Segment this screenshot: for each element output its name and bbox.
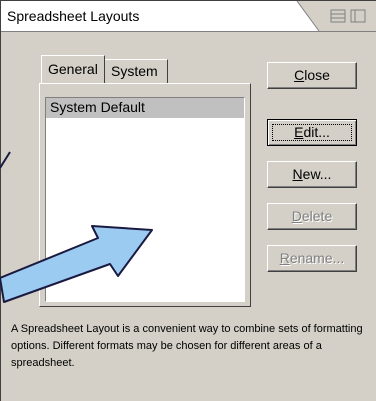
focus-rect	[272, 124, 352, 141]
description-text: A Spreadsheet Layout is a convenient way…	[11, 323, 363, 369]
delete-button[interactable]: Delete	[267, 203, 357, 230]
rename-label: ename...	[289, 250, 345, 266]
grid-icon	[330, 9, 346, 23]
spreadsheet-layouts-dialog: Spreadsheet Layouts General System Syste…	[0, 0, 376, 401]
rename-mnemonic: R	[279, 250, 290, 266]
list-item-system-default[interactable]: System Default	[46, 98, 244, 118]
tab-system[interactable]: System	[104, 59, 168, 83]
tab-general-label: General	[48, 61, 98, 77]
rename-button[interactable]: Rename...	[267, 245, 357, 272]
title-bar: Spreadsheet Layouts	[1, 1, 376, 32]
delete-mnemonic: D	[291, 208, 302, 224]
layouts-listbox[interactable]: System Default	[45, 97, 245, 302]
window-controls[interactable]	[329, 9, 376, 23]
edit-button[interactable]: Edit...	[267, 119, 357, 146]
restore-icon	[350, 9, 366, 23]
title-separator	[1, 31, 376, 32]
delete-label: elete	[301, 208, 333, 224]
tab-general[interactable]: General	[41, 55, 105, 83]
close-label: lose	[304, 67, 330, 83]
new-label: ew...	[302, 166, 332, 182]
title-bar-shape	[296, 1, 376, 32]
new-button[interactable]: New...	[267, 161, 357, 188]
close-button[interactable]: Close	[267, 62, 357, 89]
tab-system-label: System	[111, 63, 158, 79]
close-mnemonic: C	[294, 67, 305, 83]
new-mnemonic: N	[292, 166, 303, 182]
